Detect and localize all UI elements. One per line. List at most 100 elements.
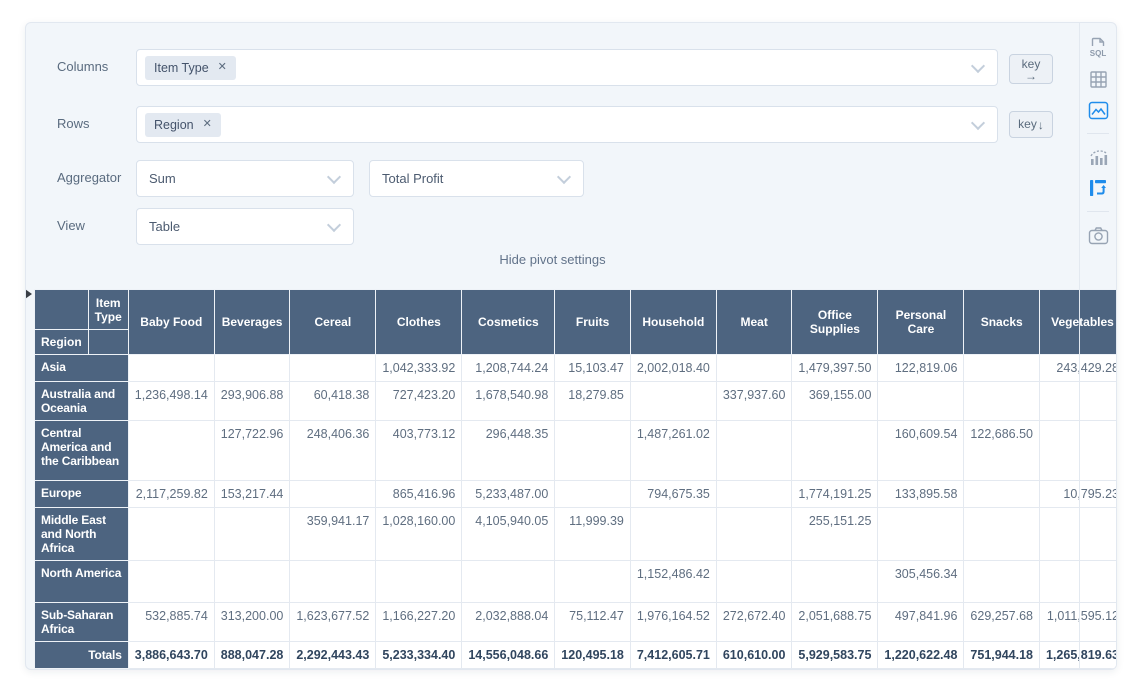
row-header: Central America and the Caribbean bbox=[35, 421, 129, 481]
pivot-cell bbox=[630, 508, 716, 561]
col-attr-label[interactable]: Item Type bbox=[88, 290, 128, 330]
pivot-cell bbox=[964, 382, 1040, 421]
pivot-cell: 2,117,259.82 bbox=[128, 481, 214, 508]
pivot-cell bbox=[878, 382, 964, 421]
rows-key-button[interactable]: key ↓ bbox=[1009, 111, 1053, 138]
pivot-cell: 1,479,397.50 bbox=[792, 355, 878, 382]
pivot-cell bbox=[214, 355, 290, 382]
pivot-cell: 1,623,677.52 bbox=[290, 603, 376, 642]
rows-label: Rows bbox=[57, 117, 90, 131]
columns-tag-item-type[interactable]: Item Type ✕ bbox=[145, 56, 236, 80]
chevron-down-icon bbox=[971, 58, 985, 72]
col-header: Office Supplies bbox=[792, 290, 878, 355]
totals-row-header: Totals bbox=[35, 642, 129, 669]
tag-label: Item Type bbox=[154, 61, 209, 75]
remove-tag-icon[interactable]: ✕ bbox=[218, 62, 227, 73]
aggregator-select[interactable]: Sum bbox=[136, 160, 354, 197]
table-grid-icon[interactable] bbox=[1086, 67, 1110, 91]
pivot-cell: 1,028,160.00 bbox=[376, 508, 462, 561]
view-select[interactable]: Table bbox=[136, 208, 354, 245]
aggregator-field-select[interactable]: Total Profit bbox=[369, 160, 584, 197]
pivot-cell bbox=[716, 355, 792, 382]
col-header: Clothes bbox=[376, 290, 462, 355]
col-total-cell: 5,233,334.40 bbox=[376, 642, 462, 669]
pivot-cell bbox=[376, 561, 462, 603]
pivot-cell: 153,217.44 bbox=[214, 481, 290, 508]
tag-label: Region bbox=[154, 118, 194, 132]
pivot-cell: 313,200.00 bbox=[214, 603, 290, 642]
pivot-cell: 1,976,164.52 bbox=[630, 603, 716, 642]
columns-key-button[interactable]: key → bbox=[1009, 54, 1053, 84]
pivot-cell bbox=[716, 421, 792, 481]
col-total-cell: 1,220,622.48 bbox=[878, 642, 964, 669]
camera-icon[interactable] bbox=[1086, 223, 1110, 247]
pivot-cell: 255,151.25 bbox=[792, 508, 878, 561]
pivot-cell: 4,105,940.05 bbox=[462, 508, 555, 561]
svg-text:SQL: SQL bbox=[1090, 49, 1107, 58]
pivot-cell: 122,686.50 bbox=[964, 421, 1040, 481]
remove-tag-icon[interactable]: ✕ bbox=[203, 119, 212, 130]
arrow-down-icon: ↓ bbox=[1038, 118, 1044, 132]
rows-tag-region[interactable]: Region ✕ bbox=[145, 113, 221, 137]
pivot-cell: 133,895.58 bbox=[878, 481, 964, 508]
pivot-cell bbox=[964, 508, 1040, 561]
pivot-table-icon[interactable] bbox=[1086, 176, 1110, 200]
corner-cell bbox=[35, 290, 89, 330]
chevron-down-icon bbox=[971, 115, 985, 129]
row-header: Australia and Oceania bbox=[35, 382, 129, 421]
row-header: Asia bbox=[35, 355, 129, 382]
row-header: Middle East and North Africa bbox=[35, 508, 129, 561]
pivot-cell: 1,236,498.14 bbox=[128, 382, 214, 421]
columns-label: Columns bbox=[57, 60, 108, 74]
col-header: Beverages bbox=[214, 290, 290, 355]
col-header: Baby Food bbox=[128, 290, 214, 355]
pivot-cell: 296,448.35 bbox=[462, 421, 555, 481]
pivot-cell: 1,152,486.42 bbox=[630, 561, 716, 603]
col-total-cell: 5,929,583.75 bbox=[792, 642, 878, 669]
pivot-cell bbox=[964, 561, 1040, 603]
view-label: View bbox=[57, 219, 85, 233]
col-total-cell: 610,610.00 bbox=[716, 642, 792, 669]
pivot-cell bbox=[964, 481, 1040, 508]
pivot-cell: 1,208,744.24 bbox=[462, 355, 555, 382]
pivot-editor-card: Columns Item Type ✕ key → Rows Region ✕ … bbox=[25, 22, 1117, 670]
col-header: Cosmetics bbox=[462, 290, 555, 355]
pivot-cell: 1,487,261.02 bbox=[630, 421, 716, 481]
pivot-cell bbox=[462, 561, 555, 603]
pivot-cell bbox=[128, 561, 214, 603]
image-chart-icon[interactable] bbox=[1086, 98, 1110, 122]
hide-pivot-settings-link[interactable]: Hide pivot settings bbox=[26, 252, 1079, 267]
aggregator-field-value: Total Profit bbox=[382, 171, 443, 186]
pivot-cell bbox=[630, 382, 716, 421]
sql-icon[interactable]: SQL bbox=[1086, 36, 1110, 60]
pivot-cell: 359,941.17 bbox=[290, 508, 376, 561]
row-attr-label[interactable]: Region bbox=[35, 330, 89, 355]
pivot-cell: 18,279.85 bbox=[555, 382, 631, 421]
pivot-cell: 305,456.34 bbox=[878, 561, 964, 603]
col-total-cell: 2,292,443.43 bbox=[290, 642, 376, 669]
pivot-cell bbox=[716, 508, 792, 561]
filler-cell bbox=[88, 330, 128, 355]
columns-select[interactable]: Item Type ✕ bbox=[136, 49, 998, 86]
pivot-cell bbox=[214, 561, 290, 603]
rows-select[interactable]: Region ✕ bbox=[136, 106, 998, 143]
pivot-cell: 122,819.06 bbox=[878, 355, 964, 382]
pivot-cell bbox=[128, 508, 214, 561]
pivot-cell bbox=[555, 481, 631, 508]
pivot-cell: 2,051,688.75 bbox=[792, 603, 878, 642]
col-total-cell: 751,944.18 bbox=[964, 642, 1040, 669]
pivot-cell bbox=[555, 421, 631, 481]
pivot-cell bbox=[290, 481, 376, 508]
col-total-cell: 888,047.28 bbox=[214, 642, 290, 669]
pivot-cell: 5,233,487.00 bbox=[462, 481, 555, 508]
pivot-table: Item TypeBaby FoodBeveragesCerealClothes… bbox=[34, 289, 1117, 669]
chevron-down-icon bbox=[327, 217, 341, 231]
pivot-cell bbox=[128, 355, 214, 382]
aggregator-label: Aggregator bbox=[57, 171, 121, 185]
pivot-cell bbox=[214, 508, 290, 561]
view-value: Table bbox=[149, 219, 180, 234]
pivot-cell: 727,423.20 bbox=[376, 382, 462, 421]
chart-trend-icon[interactable] bbox=[1086, 145, 1110, 169]
pivot-cell: 293,906.88 bbox=[214, 382, 290, 421]
panel-expand-handle[interactable] bbox=[25, 289, 32, 299]
